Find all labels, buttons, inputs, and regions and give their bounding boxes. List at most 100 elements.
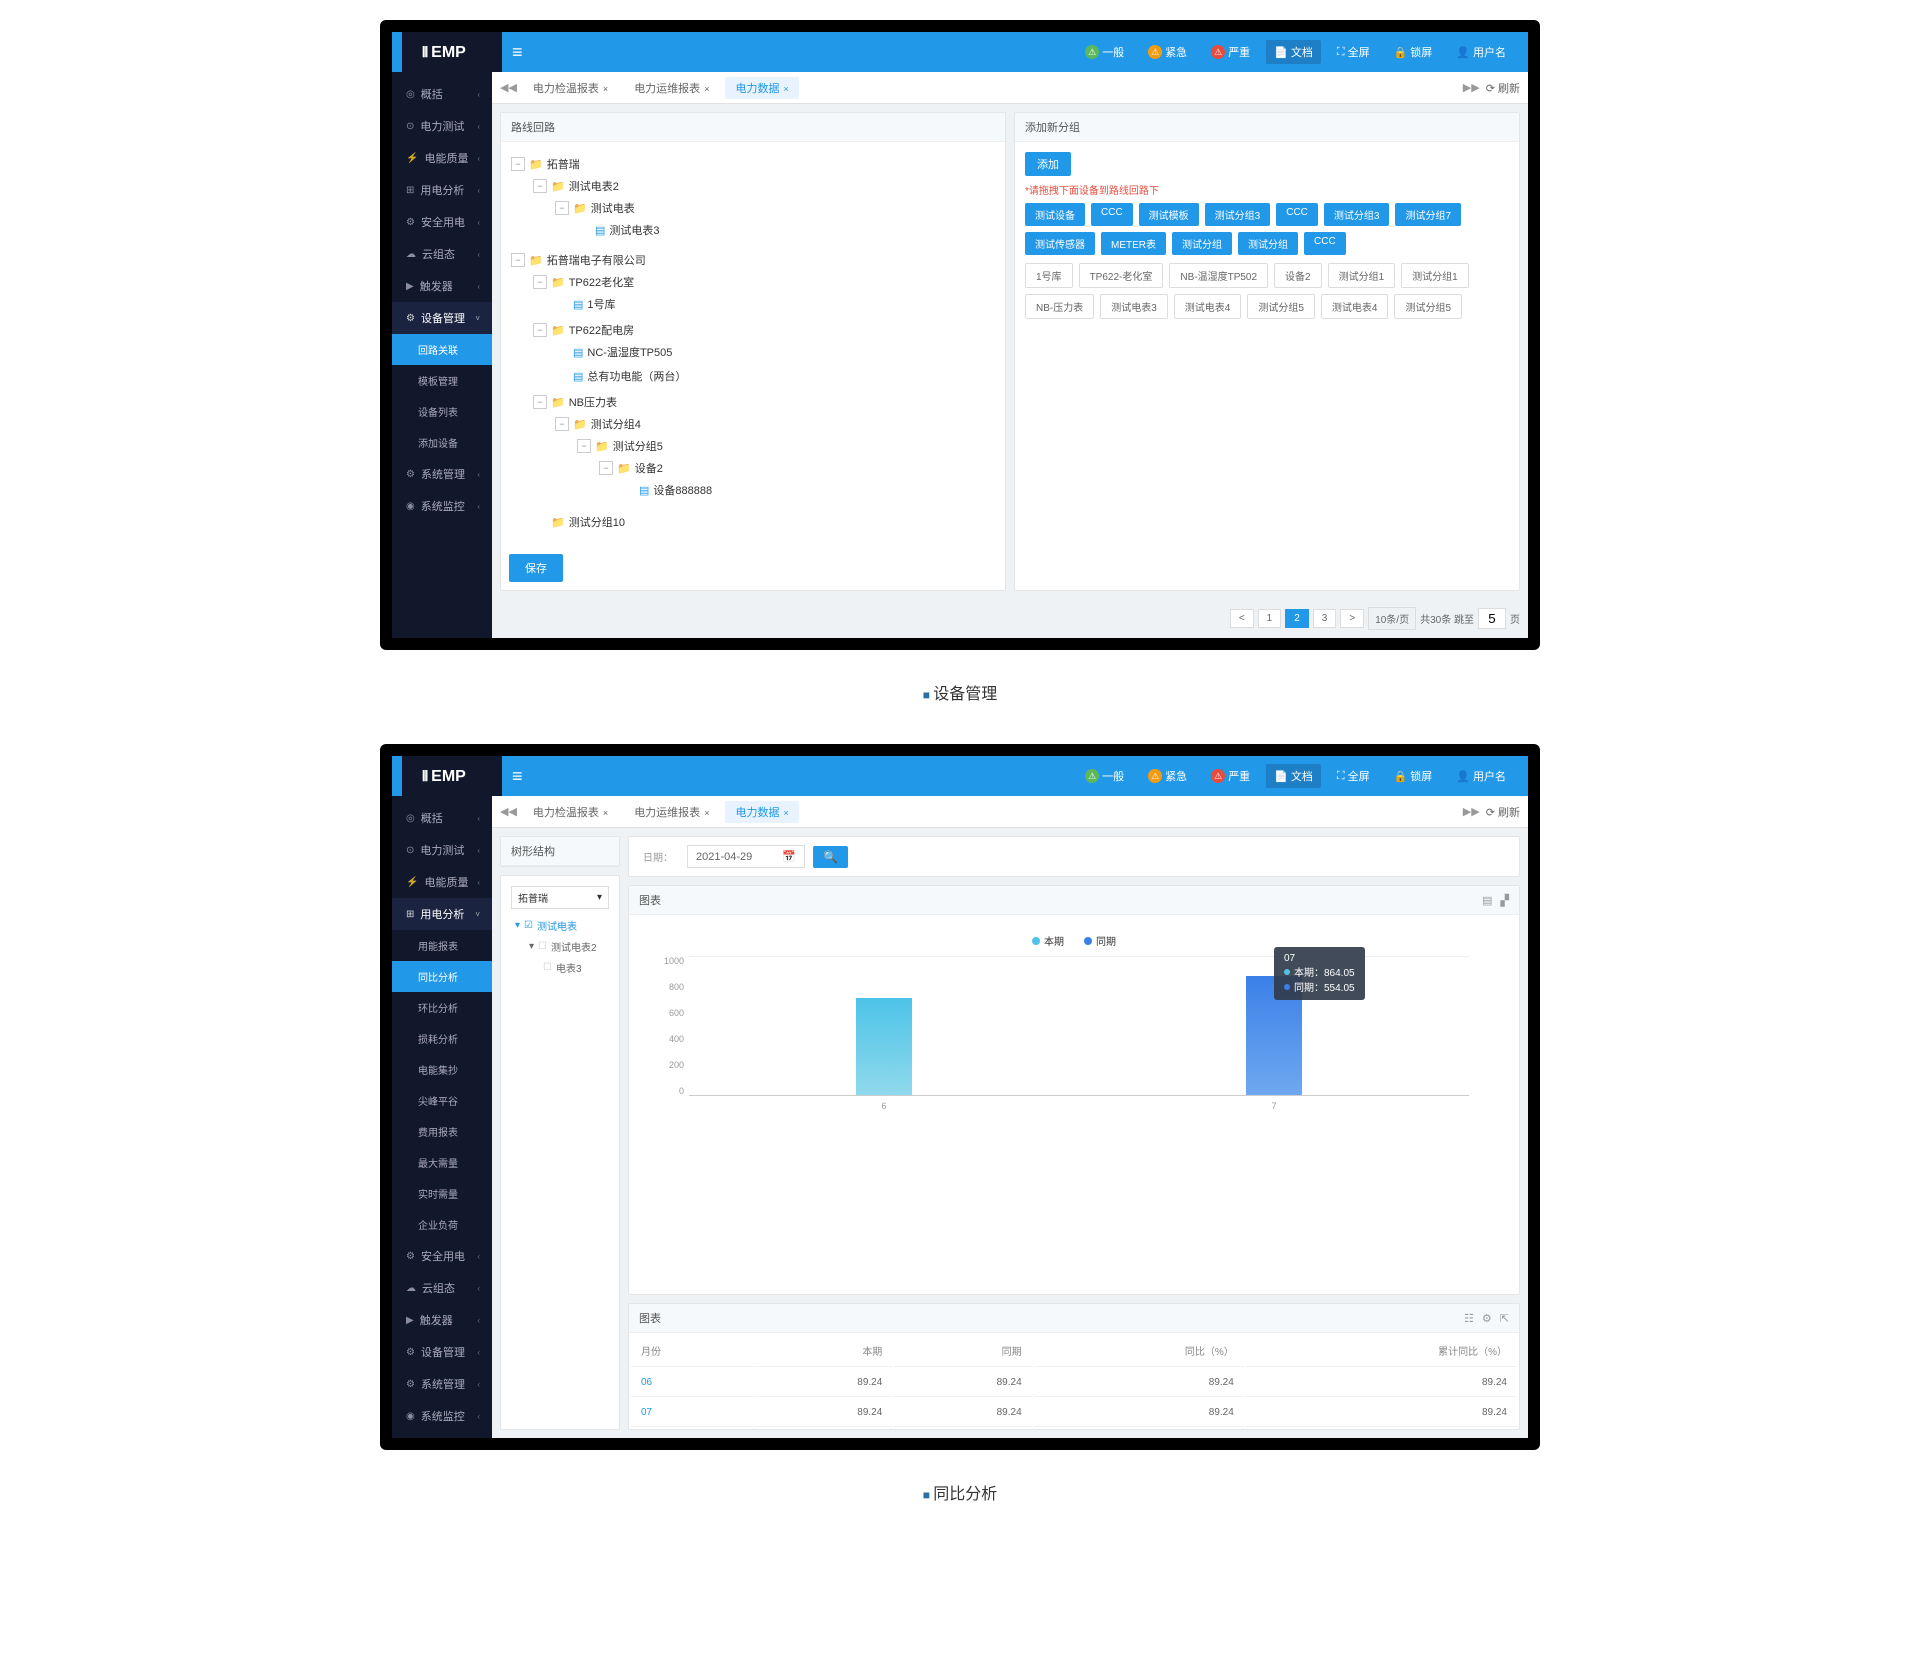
expand-toggle-icon[interactable]: − xyxy=(555,417,569,431)
sidebar-item-电力测试[interactable]: ⊙电力测试‹ xyxy=(392,834,492,866)
sidebar-item-设备管理[interactable]: ⚙设备管理˅ xyxy=(392,302,492,334)
expand-toggle-icon[interactable]: − xyxy=(533,275,547,289)
sidebar-subitem-回路关联[interactable]: 回路关联 xyxy=(392,334,492,365)
topbar-action-锁屏[interactable]: 🔒锁屏 xyxy=(1386,764,1441,788)
expand-toggle-icon[interactable]: − xyxy=(511,253,525,267)
sidebar-item-电能质量[interactable]: ⚡电能质量‹ xyxy=(392,142,492,174)
sidebar-subitem-添加设备[interactable]: 添加设备 xyxy=(392,427,492,458)
sidebar-subitem-损耗分析[interactable]: 损耗分析 xyxy=(392,1023,492,1054)
tabs-prev-icon[interactable]: ◀◀ xyxy=(500,805,517,818)
sidebar-subitem-最大需量[interactable]: 最大需量 xyxy=(392,1147,492,1178)
device-tag[interactable]: 测试分组1 xyxy=(1401,263,1469,288)
expand-toggle-icon[interactable]: − xyxy=(577,439,591,453)
tab-电力运维报表[interactable]: 电力运维报表× xyxy=(624,77,719,99)
sidebar-subitem-实时需量[interactable]: 实时需量 xyxy=(392,1178,492,1209)
device-tag[interactable]: 测试电表4 xyxy=(1174,294,1242,319)
checkbox-icon[interactable]: ☐ xyxy=(543,962,552,973)
tree-node[interactable]: −📁测试分组5 xyxy=(577,436,995,456)
alert-level-严重[interactable]: ⚠严重 xyxy=(1203,764,1258,788)
sidebar-subitem-设备列表[interactable]: 设备列表 xyxy=(392,396,492,427)
sidebar-subitem-环比分析[interactable]: 环比分析 xyxy=(392,992,492,1023)
sidebar-item-安全用电[interactable]: ⚙安全用电‹ xyxy=(392,206,492,238)
device-tag[interactable]: 测试电表4 xyxy=(1321,294,1389,319)
tree-node[interactable]: ▤1号库 xyxy=(555,294,995,314)
tabs-prev-icon[interactable]: ◀◀ xyxy=(500,81,517,94)
device-tag[interactable]: NB-压力表 xyxy=(1025,294,1094,319)
expand-toggle-icon[interactable]: − xyxy=(511,157,525,171)
alert-level-紧急[interactable]: ⚠紧急 xyxy=(1140,40,1195,64)
expand-toggle-icon[interactable]: − xyxy=(533,323,547,337)
table-row[interactable]: 0789.2489.2489.2489.24 xyxy=(631,1399,1517,1427)
sidebar-item-触发器[interactable]: ▶触发器‹ xyxy=(392,1304,492,1336)
tab-电力数据[interactable]: 电力数据× xyxy=(725,801,798,823)
topbar-action-全屏[interactable]: ⛶全屏 xyxy=(1329,40,1378,64)
sidebar-item-电能质量[interactable]: ⚡电能质量‹ xyxy=(392,866,492,898)
device-tag[interactable]: CCC xyxy=(1304,232,1346,255)
settings-icon[interactable]: ⚙ xyxy=(1482,1312,1492,1325)
device-tag[interactable]: TP622-老化室 xyxy=(1079,263,1164,288)
tree-node[interactable]: ▤总有功电能（两台） xyxy=(555,366,995,386)
tree-node[interactable]: −📁设备2 xyxy=(599,458,995,478)
alert-level-严重[interactable]: ⚠严重 xyxy=(1203,40,1258,64)
tree-node[interactable]: −📁测试电表 xyxy=(555,198,995,218)
close-icon[interactable]: × xyxy=(783,84,788,94)
bar-chart-icon[interactable]: ▤ xyxy=(1482,894,1492,907)
expand-toggle-icon[interactable]: − xyxy=(555,201,569,215)
device-tag[interactable]: 测试分组5 xyxy=(1247,294,1315,319)
topbar-action-锁屏[interactable]: 🔒锁屏 xyxy=(1386,40,1441,64)
sidebar-subitem-模板管理[interactable]: 模板管理 xyxy=(392,365,492,396)
tree-node[interactable]: −📁拓普瑞电子有限公司 xyxy=(511,250,995,270)
expand-toggle-icon[interactable]: − xyxy=(599,461,613,475)
close-icon[interactable]: × xyxy=(783,808,788,818)
device-tag[interactable]: METER表 xyxy=(1101,232,1166,255)
menu-toggle-icon[interactable]: ≡ xyxy=(512,42,523,63)
root-selector[interactable]: 拓普瑞▾ xyxy=(511,886,609,909)
tree-item-电表3[interactable]: ☐ 电表3 xyxy=(511,957,609,978)
sidebar-item-用电分析[interactable]: ⊞用电分析‹ xyxy=(392,174,492,206)
topbar-action-用户名[interactable]: 👤用户名 xyxy=(1448,764,1514,788)
topbar-action-文档[interactable]: 📄文档 xyxy=(1266,764,1321,788)
checkbox-icon[interactable]: ☑ xyxy=(524,920,533,931)
device-tag[interactable]: 测试电表3 xyxy=(1100,294,1168,319)
table-columns-icon[interactable]: ☷ xyxy=(1464,1312,1474,1325)
page-number-button[interactable]: 3 xyxy=(1313,609,1337,628)
alert-level-紧急[interactable]: ⚠紧急 xyxy=(1140,764,1195,788)
tree-node[interactable]: −📁NB压力表 xyxy=(533,392,995,412)
page-next-button[interactable]: > xyxy=(1340,609,1364,628)
table-row[interactable]: 0689.2489.2489.2489.24 xyxy=(631,1369,1517,1397)
save-button[interactable]: 保存 xyxy=(509,554,563,582)
close-icon[interactable]: × xyxy=(704,808,709,818)
refresh-button[interactable]: ⟳ 刷新 xyxy=(1486,80,1520,96)
close-icon[interactable]: × xyxy=(704,84,709,94)
sidebar-subitem-电能集抄[interactable]: 电能集抄 xyxy=(392,1054,492,1085)
topbar-action-文档[interactable]: 📄文档 xyxy=(1266,40,1321,64)
topbar-action-全屏[interactable]: ⛶全屏 xyxy=(1329,764,1378,788)
search-button[interactable]: 🔍 xyxy=(813,846,848,868)
legend-item[interactable]: 本期 xyxy=(1032,933,1064,948)
tree-node[interactable]: −📁拓普瑞 xyxy=(511,154,995,174)
device-tag[interactable]: CCC xyxy=(1276,203,1318,226)
device-tag[interactable]: 测试分组3 xyxy=(1324,203,1390,226)
tree-item-测试电表[interactable]: ▾☑ 测试电表 xyxy=(511,915,609,936)
device-tag[interactable]: 测试分组3 xyxy=(1205,203,1271,226)
add-button[interactable]: 添加 xyxy=(1025,152,1071,176)
tree-node[interactable]: 📁测试分组10 xyxy=(533,512,995,532)
sidebar-item-用电分析[interactable]: ⊞用电分析˅ xyxy=(392,898,492,930)
tree-node[interactable]: ▤测试电表3 xyxy=(577,220,995,240)
topbar-action-用户名[interactable]: 👤用户名 xyxy=(1448,40,1514,64)
sidebar-subitem-企业负荷[interactable]: 企业负荷 xyxy=(392,1209,492,1240)
tree-item-测试电表2[interactable]: ▾☐ 测试电表2 xyxy=(511,936,609,957)
device-tag[interactable]: NB-温湿度TP502 xyxy=(1169,263,1268,288)
device-tag[interactable]: 测试模板 xyxy=(1139,203,1199,226)
sidebar-item-概括[interactable]: ◎概括‹ xyxy=(392,802,492,834)
device-tag[interactable]: 测试分组 xyxy=(1172,232,1232,255)
sidebar-subitem-同比分析[interactable]: 同比分析 xyxy=(392,961,492,992)
tree-node[interactable]: ▤NC-温湿度TP505 xyxy=(555,342,995,362)
sidebar-subitem-尖峰平谷[interactable]: 尖峰平谷 xyxy=(392,1085,492,1116)
device-tag[interactable]: 测试设备 xyxy=(1025,203,1085,226)
tree-node[interactable]: ▤设备888888 xyxy=(621,480,995,500)
tree-node[interactable]: −📁测试电表2 xyxy=(533,176,995,196)
sidebar-item-触发器[interactable]: ▶触发器‹ xyxy=(392,270,492,302)
tabs-next-icon[interactable]: ▶▶ xyxy=(1463,81,1480,94)
sidebar-item-系统管理[interactable]: ⚙系统管理‹ xyxy=(392,1368,492,1400)
